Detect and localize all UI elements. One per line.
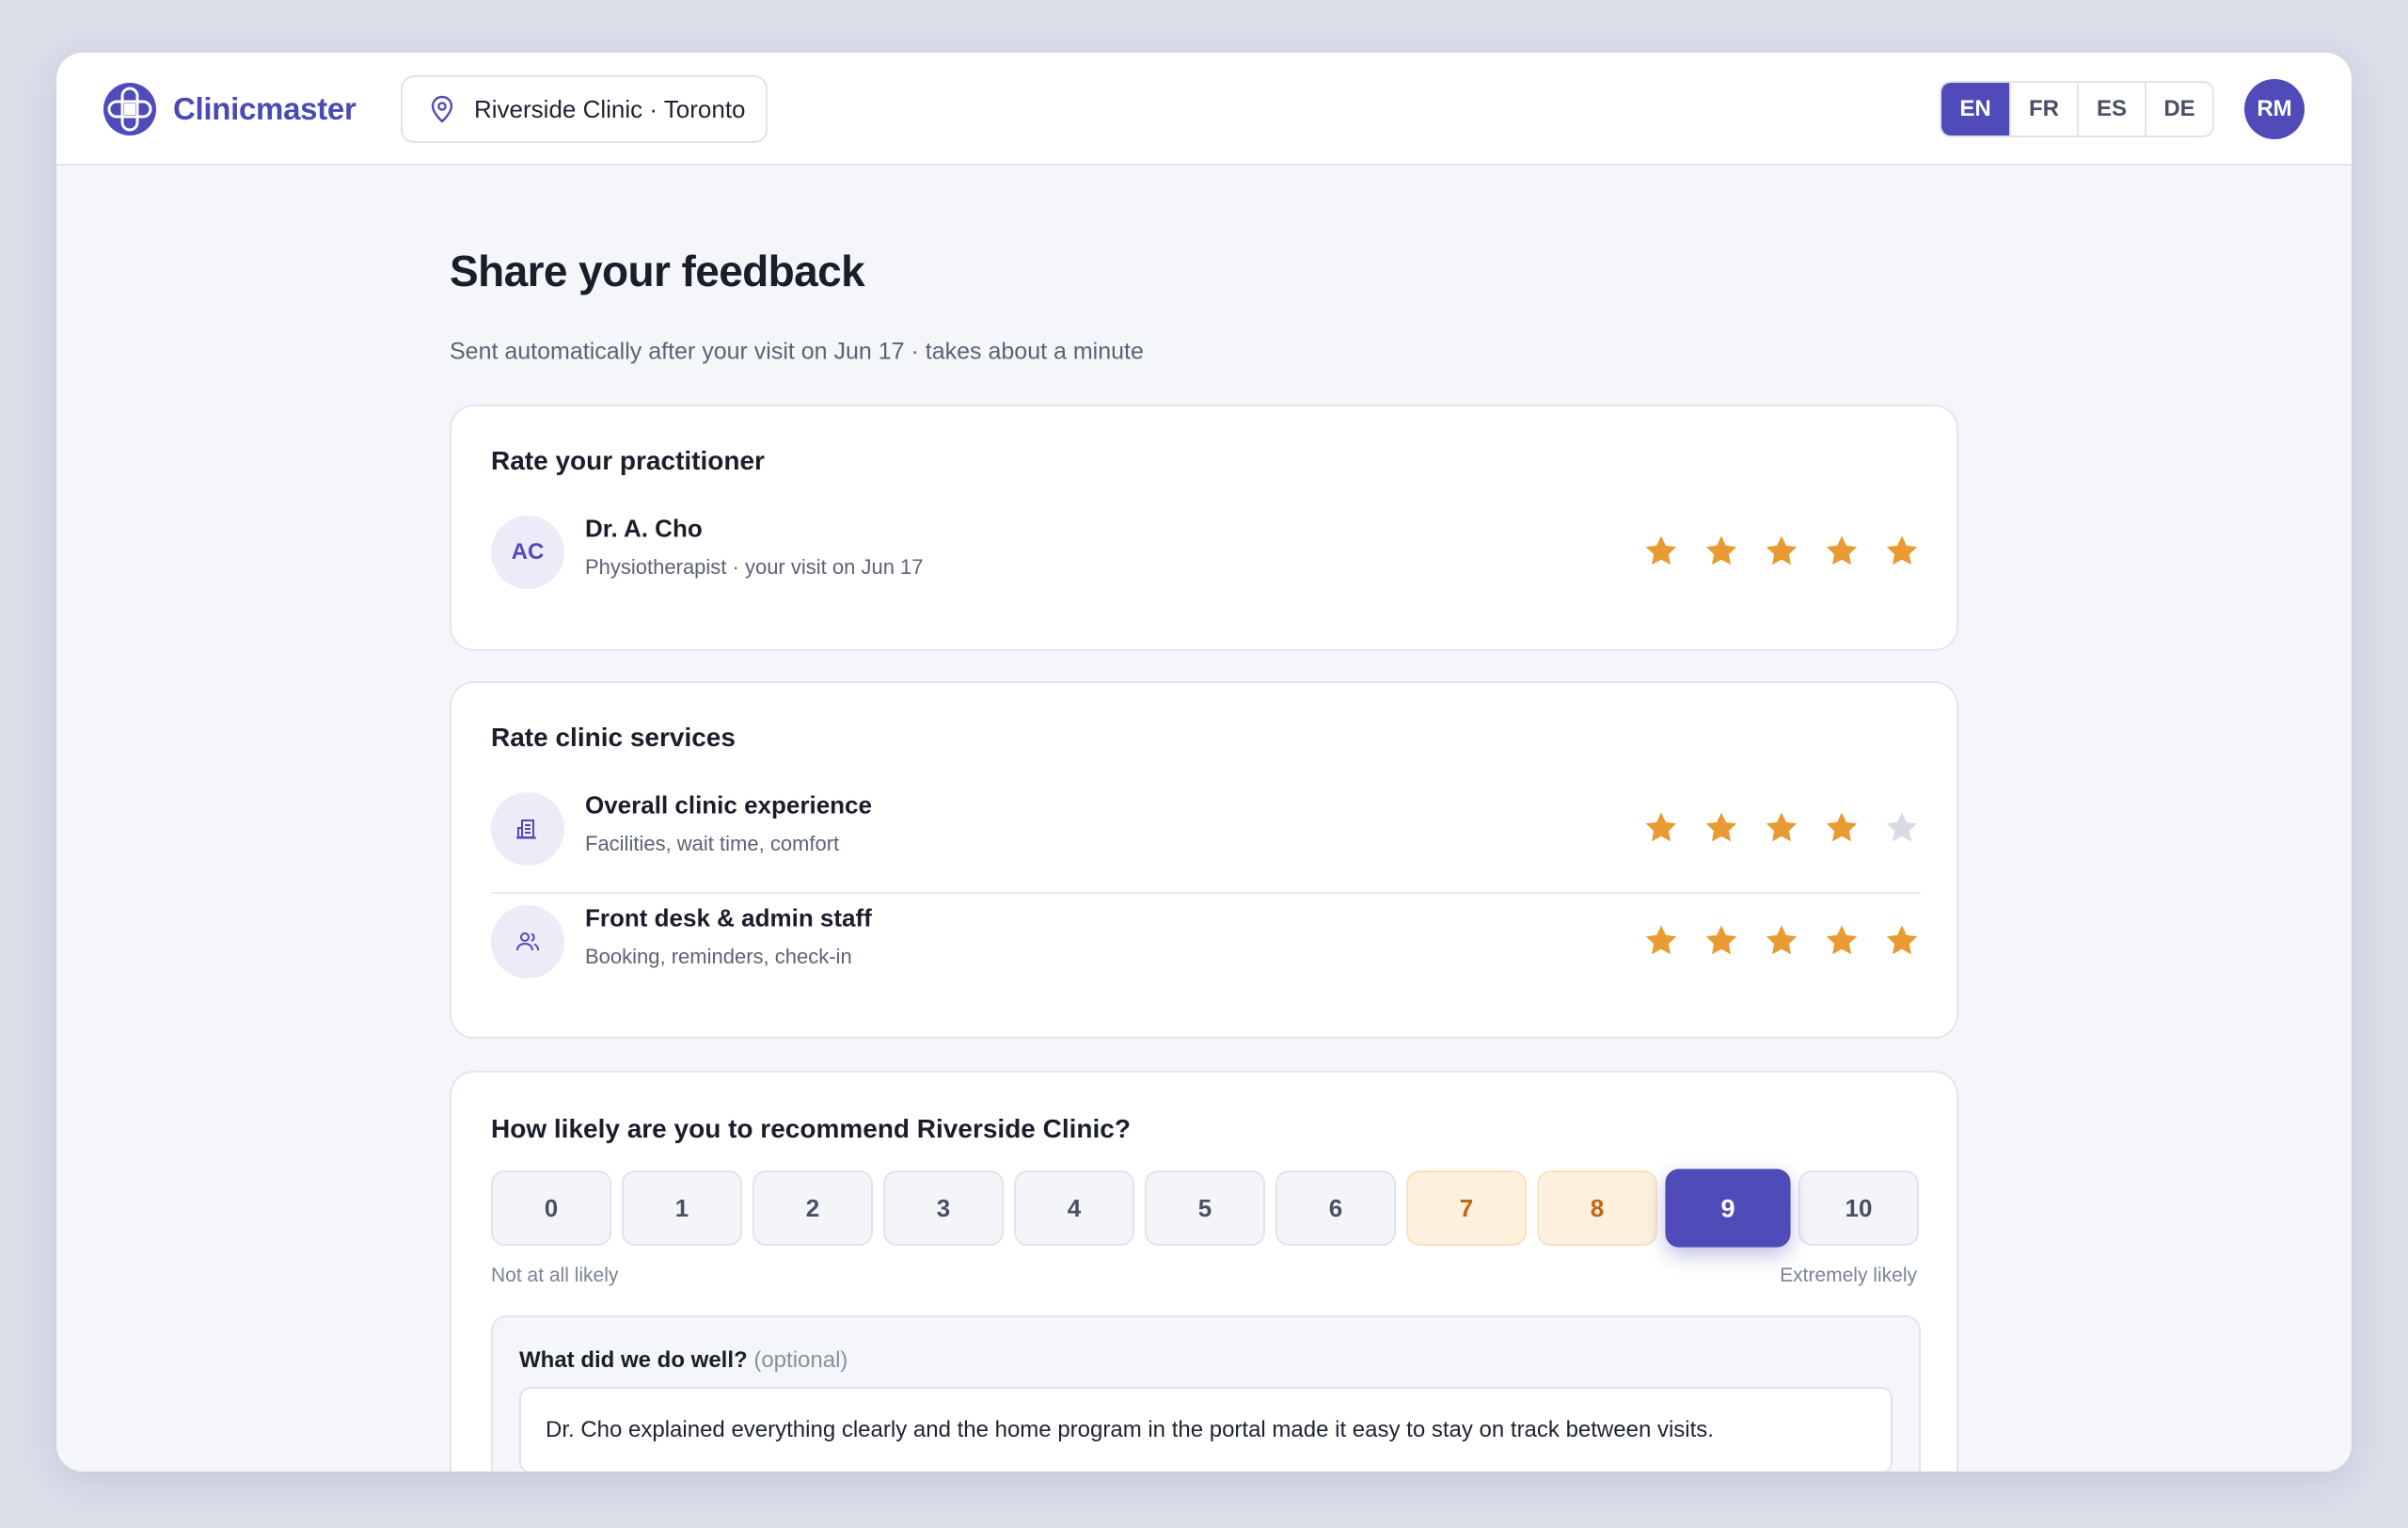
nps-option-7[interactable]: 7 (1406, 1170, 1527, 1246)
recommend-card-title: How likely are you to recommend Riversid… (491, 1114, 1131, 1143)
practitioner-card: Rate your practitioner AC Dr. A. Cho Phy… (450, 405, 1958, 651)
feedback-textarea[interactable]: Dr. Cho explained everything clearly and… (519, 1387, 1893, 1472)
feedback-question: What did we do well? (519, 1347, 748, 1373)
star-filled-icon[interactable] (1823, 922, 1861, 960)
service-row-clinic-experience: Overall clinic experience Facilities, wa… (491, 790, 1921, 867)
location-label: Riverside Clinic · Toronto (474, 94, 746, 123)
star-filled-icon[interactable] (1883, 922, 1921, 960)
star-filled-icon[interactable] (1763, 533, 1800, 570)
star-filled-icon[interactable] (1823, 809, 1861, 847)
star-filled-icon[interactable] (1703, 533, 1740, 570)
location-selector[interactable]: Riverside Clinic · Toronto (401, 75, 768, 143)
language-fr-button[interactable]: FR (2009, 83, 2077, 135)
nps-option-6[interactable]: 6 (1275, 1170, 1396, 1246)
star-filled-icon[interactable] (1642, 922, 1680, 960)
practitioner-name: Dr. A. Cho (585, 514, 703, 543)
recommend-card: How likely are you to recommend Riversid… (450, 1071, 1958, 1472)
star-filled-icon[interactable] (1883, 533, 1921, 570)
nps-option-8[interactable]: 8 (1537, 1170, 1657, 1246)
service-title: Front desk & admin staff (585, 903, 872, 932)
app-logo[interactable]: Clinicmaster (102, 81, 356, 137)
nps-option-2[interactable]: 2 (752, 1170, 873, 1246)
row-divider (491, 892, 1921, 894)
clinic-cross-icon (103, 83, 156, 135)
nps-low-label: Not at all likely (491, 1265, 619, 1286)
nps-option-5[interactable]: 5 (1145, 1170, 1265, 1246)
star-filled-icon[interactable] (1642, 533, 1680, 570)
star-filled-icon[interactable] (1703, 809, 1740, 847)
language-en-button[interactable]: EN (1941, 83, 2009, 135)
top-bar: Clinicmaster Riverside Clinic · Toronto … (56, 53, 2352, 166)
user-avatar[interactable]: RM (2244, 79, 2305, 139)
map-pin-icon (431, 95, 453, 123)
users-icon (491, 905, 564, 979)
nps-option-0[interactable]: 0 (491, 1170, 611, 1246)
nps-option-4[interactable]: 4 (1014, 1170, 1134, 1246)
page-title: Share your feedback (450, 247, 865, 295)
page-subtitle: Sent automatically after your visit on J… (450, 338, 1144, 365)
feedback-label: What did we do well? (optional) (519, 1347, 848, 1374)
language-switcher: EN FR ES DE (1940, 81, 2214, 137)
service-detail: Facilities, wait time, comfort (585, 832, 840, 855)
star-filled-icon[interactable] (1763, 922, 1800, 960)
star-rating (1642, 922, 1921, 960)
service-row-front-desk: Front desk & admin staff Booking, remind… (491, 903, 1921, 980)
service-detail: Booking, reminders, check-in (585, 945, 852, 968)
star-filled-icon[interactable] (1642, 809, 1680, 847)
star-filled-icon[interactable] (1763, 809, 1800, 847)
nps-option-3[interactable]: 3 (883, 1170, 1004, 1246)
services-card: Rate clinic services Overall clinic expe… (450, 681, 1958, 1039)
service-title: Overall clinic experience (585, 790, 872, 820)
practitioner-avatar: AC (491, 516, 564, 589)
nps-option-1[interactable]: 1 (622, 1170, 742, 1246)
building-icon (491, 792, 564, 866)
app-name: Clinicmaster (173, 91, 356, 126)
nps-option-10[interactable]: 10 (1798, 1170, 1919, 1246)
practitioner-card-title: Rate your practitioner (491, 446, 765, 475)
star-filled-icon[interactable] (1703, 922, 1740, 960)
nps-high-label: Extremely likely (1780, 1265, 1917, 1286)
nps-option-9[interactable]: 9 (1665, 1169, 1791, 1248)
nps-scale: 0 1 2 3 4 5 6 7 8 9 10 (491, 1169, 1919, 1248)
services-card-title: Rate clinic services (491, 723, 736, 752)
star-filled-icon[interactable] (1823, 533, 1861, 570)
optional-tag: (optional) (753, 1347, 848, 1373)
feedback-section: What did we do well? (optional) Dr. Cho … (491, 1315, 1921, 1472)
language-de-button[interactable]: DE (2145, 83, 2212, 135)
star-rating (1642, 533, 1921, 570)
star-rating (1642, 809, 1921, 847)
app-window: Clinicmaster Riverside Clinic · Toronto … (56, 53, 2352, 1472)
language-es-button[interactable]: ES (2077, 83, 2145, 135)
practitioner-row: AC Dr. A. Cho Physiotherapist · your vis… (491, 514, 1921, 591)
star-empty-icon[interactable] (1883, 809, 1921, 847)
practitioner-detail: Physiotherapist · your visit on Jun 17 (585, 555, 924, 579)
